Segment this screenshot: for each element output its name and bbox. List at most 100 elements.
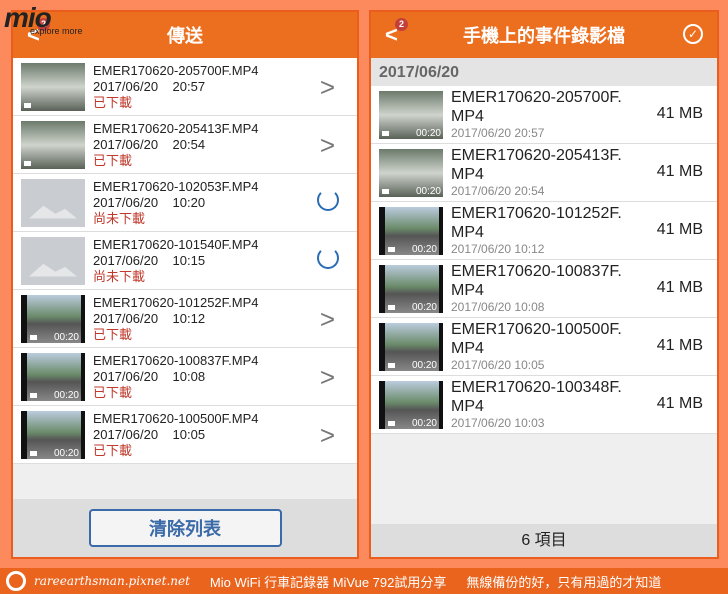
site-logo-icon — [6, 571, 26, 591]
video-thumbnail — [21, 236, 85, 285]
transfer-item[interactable]: 00:20 EMER170620-100837F.MP4 2017/06/20 … — [13, 348, 357, 406]
file-ext: MP4 — [451, 224, 484, 241]
file-datetime: 2017/06/20 20:57 — [451, 126, 545, 140]
video-camera-icon — [382, 188, 389, 194]
download-status: 已下載 — [93, 152, 133, 168]
file-item[interactable]: 00:20 EMER170620-101252F. MP4 2017/06/20 … — [371, 202, 717, 260]
video-thumbnail: 00:20 — [21, 352, 85, 401]
video-camera-icon — [388, 362, 395, 368]
video-camera-icon — [388, 420, 395, 426]
file-size: 41 MB — [656, 221, 703, 238]
chevron-right-icon[interactable]: > — [320, 420, 335, 451]
download-status: 已下載 — [93, 442, 133, 458]
video-camera-icon — [382, 130, 389, 136]
file-name: EMER170620-205413F.MP4 — [93, 120, 259, 136]
chevron-right-icon[interactable]: > — [320, 72, 335, 103]
video-thumbnail: 00:20 — [379, 322, 443, 371]
download-status: 已下載 — [93, 94, 133, 110]
download-status: 尚未下載 — [93, 268, 146, 284]
download-status: 已下載 — [93, 384, 133, 400]
page-title: 傳送 — [167, 26, 203, 46]
transfer-item[interactable]: 00:20 EMER170620-101252F.MP4 2017/06/20 … — [13, 290, 357, 348]
transfer-list: EMER170620-205700F.MP4 2017/06/20 20:57 … — [13, 58, 357, 464]
duration: 00:20 — [53, 331, 79, 343]
phone-files-panel: < 2 手機上的事件錄影檔 ✓ 2017/06/20 00:20 EMER170… — [369, 10, 719, 559]
video-camera-icon — [30, 450, 37, 456]
banner-slogan: 無線備份的好，只有用過的才知道 — [466, 574, 662, 590]
bottom-bar: 清除列表 — [13, 499, 357, 557]
file-item[interactable]: 00:20 EMER170620-205700F. MP4 2017/06/20 … — [371, 86, 717, 144]
phone-files-header: < 2 手機上的事件錄影檔 ✓ — [371, 12, 717, 58]
file-item[interactable]: 00:20 EMER170620-100348F. MP4 2017/06/20 … — [371, 376, 717, 434]
file-datetime: 2017/06/20 20:54 — [451, 184, 545, 198]
duration: 00:20 — [411, 301, 437, 313]
video-camera-icon — [388, 246, 395, 252]
page-title: 手機上的事件錄影檔 — [463, 26, 625, 46]
file-datetime: 2017/06/20 10:15 — [93, 252, 206, 268]
transfer-item[interactable]: EMER170620-101540F.MP4 2017/06/20 10:15 … — [13, 232, 357, 290]
video-thumbnail — [21, 178, 85, 227]
file-ext: MP4 — [451, 340, 484, 357]
retry-icon[interactable] — [317, 189, 339, 211]
chevron-right-icon[interactable]: > — [320, 130, 335, 161]
file-list: 00:20 EMER170620-205700F. MP4 2017/06/20 … — [371, 86, 717, 434]
file-size: 41 MB — [656, 279, 703, 296]
file-name: EMER170620-100348F. — [451, 379, 622, 396]
file-ext: MP4 — [451, 282, 484, 299]
duration: 00:20 — [411, 243, 437, 255]
chevron-right-icon[interactable]: > — [320, 362, 335, 393]
file-ext: MP4 — [451, 166, 484, 183]
file-datetime: 2017/06/20 20:54 — [93, 136, 206, 152]
transfer-item[interactable]: EMER170620-205413F.MP4 2017/06/20 20:54 … — [13, 116, 357, 174]
file-name: EMER170620-205413F. — [451, 147, 622, 164]
transfer-item[interactable]: EMER170620-102053F.MP4 2017/06/20 10:20 … — [13, 174, 357, 232]
transfer-item[interactable]: 00:20 EMER170620-100500F.MP4 2017/06/20 … — [13, 406, 357, 464]
file-datetime: 2017/06/20 10:12 — [93, 310, 206, 326]
file-item[interactable]: 00:20 EMER170620-100500F. MP4 2017/06/20 … — [371, 318, 717, 376]
file-name: EMER170620-100500F. — [451, 321, 622, 338]
banner-title: Mio WiFi 行車記錄器 MiVue 792試用分享 — [209, 574, 447, 590]
file-name: EMER170620-100837F. — [451, 263, 622, 280]
clear-list-button[interactable]: 清除列表 — [88, 509, 282, 547]
file-size: 41 MB — [656, 105, 703, 122]
transfer-item[interactable]: EMER170620-205700F.MP4 2017/06/20 20:57 … — [13, 58, 357, 116]
file-datetime: 2017/06/20 10:12 — [451, 242, 545, 256]
video-camera-icon — [30, 392, 37, 398]
file-size: 41 MB — [656, 163, 703, 180]
file-item[interactable]: 00:20 EMER170620-205413F. MP4 2017/06/20 … — [371, 144, 717, 202]
file-name: EMER170620-100500F.MP4 — [93, 410, 259, 426]
select-check-icon[interactable]: ✓ — [683, 24, 703, 44]
video-camera-icon — [24, 102, 31, 108]
file-datetime: 2017/06/20 10:08 — [93, 368, 206, 384]
file-datetime: 2017/06/20 10:05 — [93, 426, 206, 442]
file-name: EMER170620-101252F. — [451, 205, 622, 222]
file-name: EMER170620-205700F. — [451, 89, 622, 106]
file-name: EMER170620-101540F.MP4 — [93, 236, 259, 252]
duration: 00:20 — [411, 359, 437, 371]
file-datetime: 2017/06/20 10:05 — [451, 358, 545, 372]
footer-banner: rareearthsman.pixnet.net Mio WiFi 行車記錄器 … — [0, 568, 728, 594]
download-status: 尚未下載 — [93, 210, 146, 226]
video-thumbnail: 00:20 — [21, 294, 85, 343]
file-datetime: 2017/06/20 10:20 — [93, 194, 206, 210]
file-datetime: 2017/06/20 20:57 — [93, 78, 206, 94]
file-name: EMER170620-100837F.MP4 — [93, 352, 259, 368]
file-datetime: 2017/06/20 10:03 — [451, 416, 545, 430]
video-camera-icon — [388, 304, 395, 310]
file-ext: MP4 — [451, 398, 484, 415]
file-size: 41 MB — [656, 395, 703, 412]
video-thumbnail — [21, 120, 85, 169]
video-thumbnail: 00:20 — [21, 410, 85, 459]
site-url: rareearthsman.pixnet.net — [34, 574, 190, 588]
notification-badge: 2 — [395, 18, 408, 31]
date-header: 2017/06/20 — [371, 58, 717, 86]
file-ext: MP4 — [451, 108, 484, 125]
retry-icon[interactable] — [317, 247, 339, 269]
video-thumbnail — [21, 62, 85, 111]
chevron-right-icon[interactable]: > — [320, 304, 335, 335]
file-name: EMER170620-102053F.MP4 — [93, 178, 259, 194]
file-datetime: 2017/06/20 10:08 — [451, 300, 545, 314]
download-status: 已下載 — [93, 326, 133, 342]
file-item[interactable]: 00:20 EMER170620-100837F. MP4 2017/06/20 … — [371, 260, 717, 318]
file-size: 41 MB — [656, 337, 703, 354]
